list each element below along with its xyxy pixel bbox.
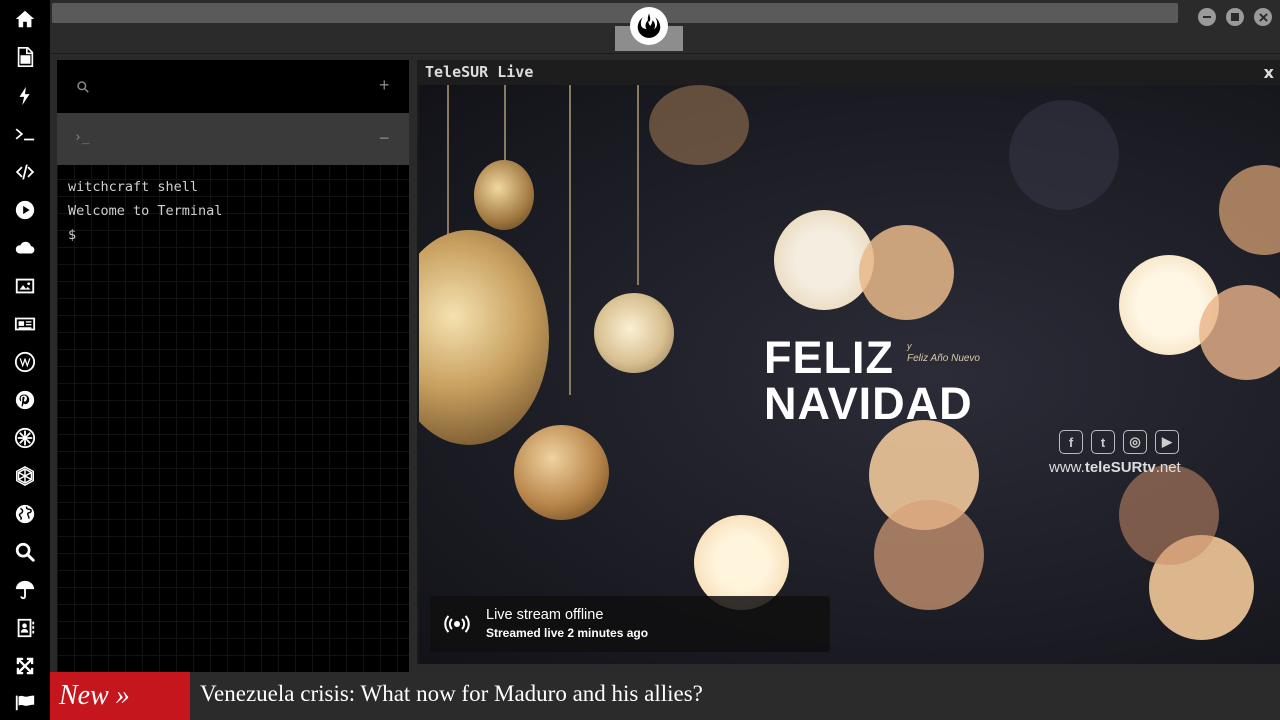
instagram-icon: ◎	[1123, 430, 1147, 454]
play-icon[interactable]	[13, 198, 37, 222]
flag-icon[interactable]	[13, 690, 37, 714]
stream-status-banner: Live stream offline Streamed live 2 minu…	[430, 596, 830, 652]
bokeh-light	[1119, 465, 1219, 565]
terminal-search-bar[interactable]: +	[57, 60, 409, 113]
news-ticker: New » Venezuela crisis: What now for Mad…	[50, 672, 1280, 720]
contacts-icon[interactable]	[13, 616, 37, 640]
terminal-icon[interactable]	[13, 122, 37, 146]
terminal-line: Welcome to Terminal	[68, 203, 223, 219]
bokeh-light	[874, 500, 984, 610]
terminal-tab[interactable]: ›_ −	[57, 113, 409, 165]
greeting-subtitle: Feliz Año Nuevo	[907, 353, 980, 364]
greeting-connector: y	[907, 341, 912, 351]
rebel-alliance-logo-icon	[630, 7, 668, 45]
code-icon[interactable]	[13, 160, 37, 184]
sidebar	[0, 0, 50, 720]
video-title: TeleSUR Live	[425, 63, 534, 81]
bokeh-light	[649, 85, 749, 165]
video-header: TeleSUR Live x	[417, 60, 1280, 85]
prompt-icon: ›_	[74, 130, 90, 145]
close-icon	[1258, 12, 1268, 22]
news-icon[interactable]	[13, 312, 37, 336]
bokeh-light	[859, 225, 954, 320]
rebel-settings-icon[interactable]	[13, 426, 37, 450]
video-player[interactable]: FELIZ NAVIDAD y Feliz Año Nuevo f t ◎ ▶ …	[419, 85, 1280, 664]
bokeh-light	[774, 210, 874, 310]
ticker-label: New »	[50, 672, 190, 720]
minimize-button[interactable]	[1198, 8, 1216, 26]
ornament-string	[637, 85, 639, 285]
gold-ornament	[474, 160, 534, 230]
collapse-tab-button[interactable]: −	[379, 128, 390, 149]
pinterest-icon[interactable]	[13, 388, 37, 412]
gold-ornament	[419, 230, 549, 445]
lightning-icon[interactable]	[13, 84, 37, 108]
image-icon[interactable]	[13, 274, 37, 298]
close-window-button[interactable]	[1254, 8, 1272, 26]
bokeh-light	[1199, 285, 1280, 380]
greeting-line-2: NAVIDAD	[764, 378, 973, 429]
wordpress-icon[interactable]	[13, 350, 37, 374]
cloud-icon[interactable]	[13, 236, 37, 260]
site-url-prefix: www.	[1049, 459, 1085, 476]
greeting-title: FELIZ NAVIDAD	[764, 335, 973, 427]
ticker-headline[interactable]: Venezuela crisis: What now for Maduro an…	[200, 681, 703, 707]
video-panel: TeleSUR Live x FELIZ NAVIDAD y Feliz Año…	[417, 60, 1280, 664]
globe-icon[interactable]	[13, 502, 37, 526]
search-icon[interactable]	[76, 80, 90, 94]
terminal-line: witchcraft shell	[68, 179, 199, 195]
search-icon[interactable]	[13, 540, 37, 564]
site-url: www.teleSURtv.net	[1049, 459, 1181, 476]
stream-status-title: Live stream offline	[486, 607, 604, 623]
ornament-string	[447, 85, 449, 235]
stream-status-subtitle: Streamed live 2 minutes ago	[486, 626, 649, 640]
terminal-prompt[interactable]: $	[68, 227, 76, 243]
home-icon[interactable]	[13, 7, 37, 31]
facebook-icon: f	[1059, 430, 1083, 454]
gold-ornament	[594, 293, 674, 373]
youtube-icon: ▶	[1155, 430, 1179, 454]
ornament-string	[569, 85, 571, 395]
top-bar	[50, 0, 1280, 54]
broadcast-icon	[444, 615, 470, 633]
site-url-suffix: .net	[1155, 459, 1181, 476]
close-video-button[interactable]: x	[1264, 63, 1274, 82]
network-icon[interactable]	[13, 464, 37, 488]
address-bar[interactable]	[52, 3, 1178, 23]
gold-ornament	[514, 425, 609, 520]
twitter-icon: t	[1091, 430, 1115, 454]
add-tab-button[interactable]: +	[379, 75, 390, 96]
expand-icon[interactable]	[13, 654, 37, 678]
bokeh-light	[1219, 165, 1280, 255]
site-url-name: teleSURtv	[1084, 459, 1156, 476]
terminal-panel: + ›_ − witchcraft shell Welcome to Termi…	[57, 60, 409, 672]
social-icons: f t ◎ ▶	[1059, 430, 1179, 454]
maximize-button[interactable]	[1226, 8, 1244, 26]
document-icon[interactable]	[13, 45, 37, 69]
umbrella-icon[interactable]	[13, 578, 37, 602]
bokeh-light	[1009, 100, 1119, 210]
ornament-string	[504, 85, 506, 165]
